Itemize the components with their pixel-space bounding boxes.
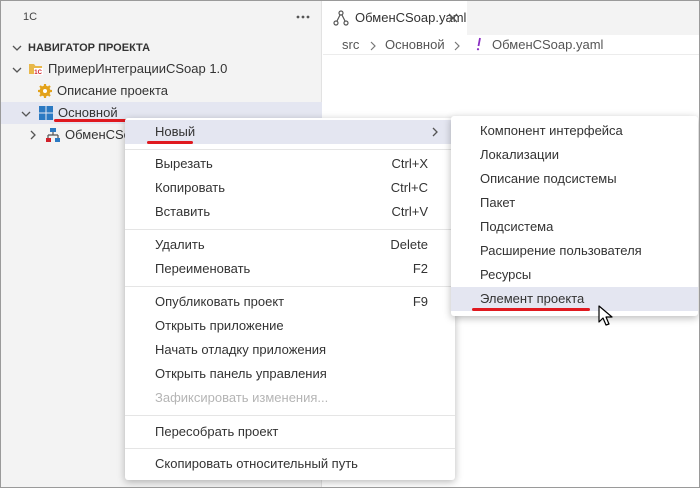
submenu-item-label: Описание подсистемы xyxy=(480,171,617,186)
submenu-item-localizations[interactable]: Локализации xyxy=(451,143,698,167)
menu-item-shortcut: Ctrl+V xyxy=(391,204,428,219)
svg-text:1С: 1С xyxy=(34,70,42,76)
menu-item-delete[interactable]: Удалить Delete xyxy=(125,233,455,257)
menu-separator xyxy=(125,229,455,230)
section-title: НАВИГАТОР ПРОЕКТА xyxy=(28,42,151,54)
submenu-item-label: Расширение пользователя xyxy=(480,243,642,258)
tree-item-project-description[interactable]: Описание проекта xyxy=(1,80,322,102)
menu-item-label: Пересобрать проект xyxy=(155,424,279,439)
menu-item-label: Открыть приложение xyxy=(155,318,284,333)
chevron-down-icon xyxy=(12,45,22,51)
menu-item-label: Новый xyxy=(155,124,196,139)
menu-item-label: Открыть панель управления xyxy=(155,366,327,381)
exchange-icon xyxy=(46,128,60,142)
chevron-right-icon xyxy=(370,41,376,51)
menu-item-rename[interactable]: Переименовать F2 xyxy=(125,257,455,281)
menu-separator xyxy=(125,448,455,449)
menu-item-shortcut: Delete xyxy=(390,237,428,252)
tree-item-label: ПримерИнтеграцииCSoap 1.0 xyxy=(48,61,228,76)
menu-item-copy[interactable]: Копировать Ctrl+C xyxy=(125,176,455,200)
annotation-underline xyxy=(147,141,193,144)
annotation-underline xyxy=(54,119,130,122)
menu-item-label: Копировать xyxy=(155,180,225,195)
submenu-item-user-extension[interactable]: Расширение пользователя xyxy=(451,239,698,263)
menu-item-paste[interactable]: Вставить Ctrl+V xyxy=(125,200,455,224)
menu-item-label: Начать отладку приложения xyxy=(155,342,327,357)
menu-item-label: Вырезать xyxy=(155,156,213,171)
menu-item-rebuild-project[interactable]: Пересобрать проект xyxy=(125,420,455,444)
editor-tabs: ОбменCSoap.yaml xyxy=(323,1,699,35)
submenu-item-label: Ресурсы xyxy=(480,267,532,282)
chevron-down-icon xyxy=(21,111,31,117)
subsystem-icon xyxy=(39,106,53,120)
tab-exchange-yaml[interactable]: ОбменCSoap.yaml xyxy=(323,1,467,35)
tree-item-project[interactable]: 1С ПримерИнтеграцииCSoap 1.0 xyxy=(1,58,322,80)
chevron-right-icon xyxy=(454,41,460,51)
menu-item-open-control-panel[interactable]: Открыть панель управления xyxy=(125,362,455,386)
chevron-down-icon xyxy=(12,67,22,73)
menu-item-start-debugging[interactable]: Начать отладку приложения xyxy=(125,338,455,362)
menu-item-label: Зафиксировать изменения... xyxy=(155,390,329,405)
menu-item-open-application[interactable]: Открыть приложение xyxy=(125,314,455,338)
menu-separator xyxy=(125,286,455,287)
submenu-item-label: Локализации xyxy=(480,147,559,162)
menu-separator xyxy=(125,415,455,416)
breadcrumb-item-file[interactable]: ОбменCSoap.yaml xyxy=(492,37,603,52)
close-icon[interactable] xyxy=(445,10,461,26)
sidebar-header: 1С xyxy=(1,1,322,33)
tree-item-label: Описание проекта xyxy=(57,83,169,98)
menu-item-shortcut: F2 xyxy=(412,261,428,276)
menu-item-shortcut: F9 xyxy=(412,294,428,309)
menu-item-cut[interactable]: Вырезать Ctrl+X xyxy=(125,152,455,176)
menu-item-copy-relative-path[interactable]: Скопировать относительный путь xyxy=(125,452,455,476)
menu-item-commit-changes: Зафиксировать изменения... xyxy=(125,386,455,410)
submenu-item-label: Элемент проекта xyxy=(480,291,585,306)
breadcrumb: src Основной ОбменCSoap.yaml xyxy=(323,35,699,55)
menu-item-shortcut: Ctrl+C xyxy=(390,180,428,195)
menu-item-shortcut: Ctrl+X xyxy=(391,156,428,171)
structure-icon xyxy=(333,10,349,26)
chevron-right-icon xyxy=(432,127,438,137)
breadcrumb-item-subsystem[interactable]: Основной xyxy=(385,37,445,52)
breadcrumb-item-src[interactable]: src xyxy=(342,37,359,52)
submenu-new: Компонент интерфейса Локализации Описани… xyxy=(451,116,698,316)
submenu-item-interface-component[interactable]: Компонент интерфейса xyxy=(451,119,698,143)
menu-item-label: Переименовать xyxy=(155,261,251,276)
menu-separator xyxy=(125,149,455,150)
menu-item-label: Вставить xyxy=(155,204,211,219)
submenu-item-label: Подсистема xyxy=(480,219,554,234)
menu-item-label: Опубликовать проект xyxy=(155,294,285,309)
mouse-cursor-icon xyxy=(598,305,613,326)
chevron-right-icon xyxy=(30,130,36,140)
annotation-underline xyxy=(472,308,590,311)
context-menu: Новый Вырезать Ctrl+X Копировать Ctrl+C … xyxy=(125,118,455,480)
submenu-item-subsystem[interactable]: Подсистема xyxy=(451,215,698,239)
sidebar-title: 1С xyxy=(23,11,38,23)
menu-item-label: Скопировать относительный путь xyxy=(155,456,358,471)
project-folder-icon: 1С xyxy=(29,64,43,76)
menu-item-label: Удалить xyxy=(155,237,205,252)
exclamation-icon xyxy=(476,37,481,51)
submenu-item-label: Пакет xyxy=(480,195,516,210)
section-project-navigator[interactable]: НАВИГАТОР ПРОЕКТА xyxy=(1,36,322,58)
menu-item-publish-project[interactable]: Опубликовать проект F9 xyxy=(125,290,455,314)
tree-item-label: Основной xyxy=(58,105,118,120)
gear-icon xyxy=(38,84,52,98)
submenu-item-label: Компонент интерфейса xyxy=(480,123,623,138)
submenu-item-package[interactable]: Пакет xyxy=(451,191,698,215)
ellipsis-icon[interactable] xyxy=(294,9,312,25)
submenu-item-subsystem-description[interactable]: Описание подсистемы xyxy=(451,167,698,191)
submenu-item-resources[interactable]: Ресурсы xyxy=(451,263,698,287)
